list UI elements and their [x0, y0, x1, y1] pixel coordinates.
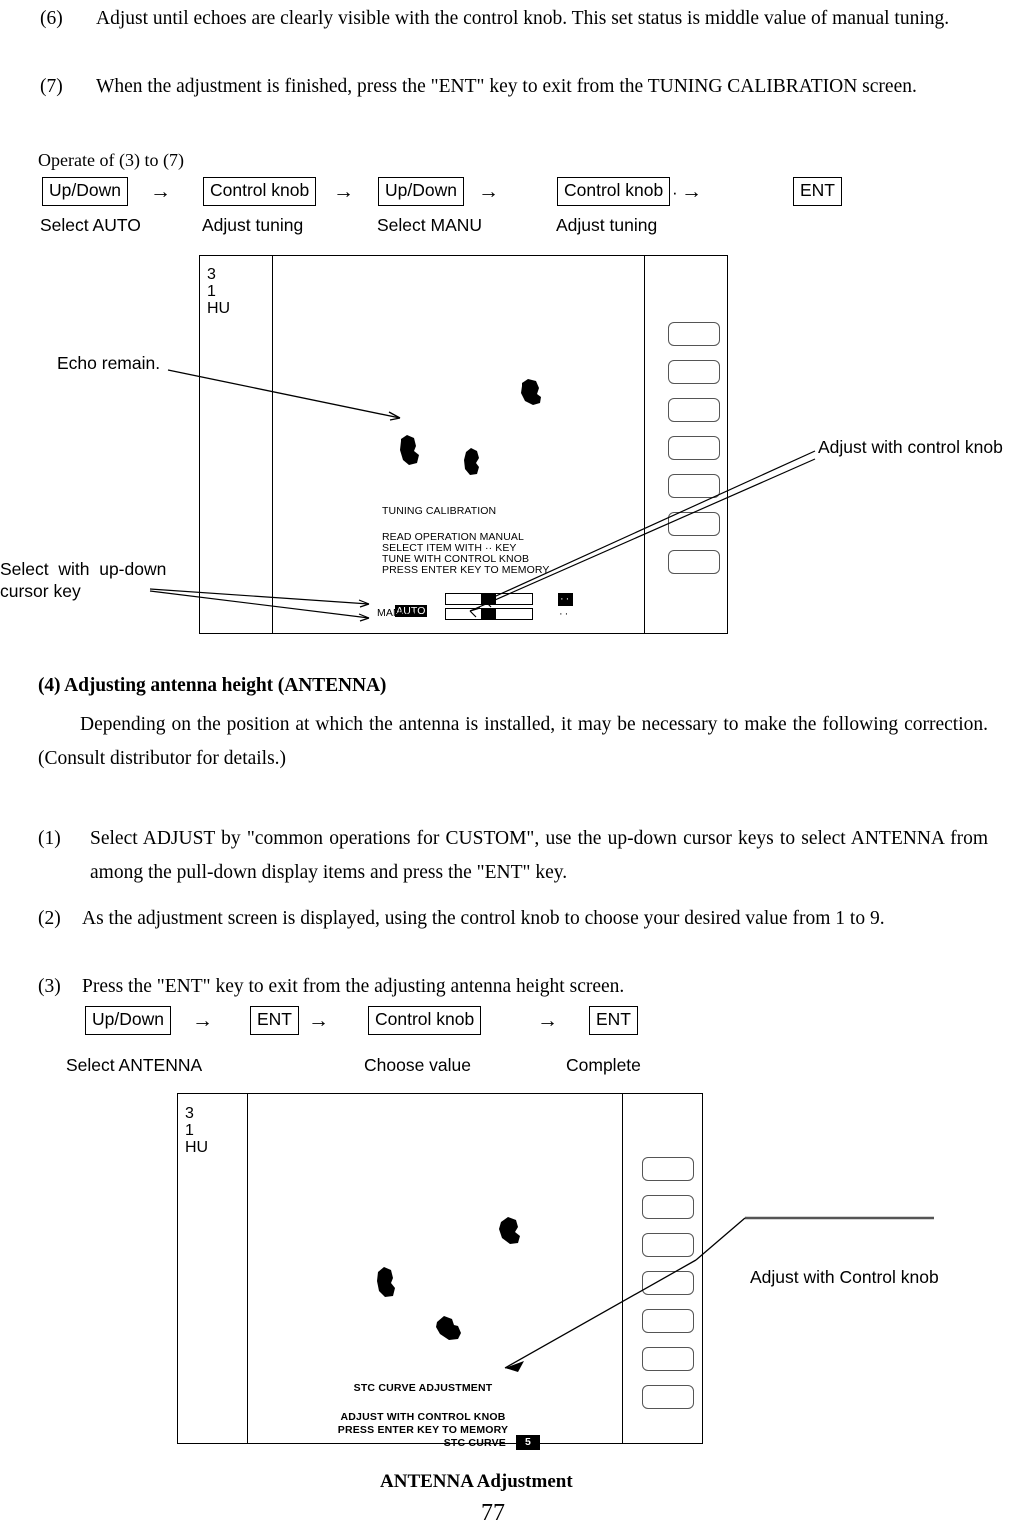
step-2-number: (2)	[38, 908, 61, 929]
step-7-text: When the adjustment is finished, press t…	[96, 76, 917, 97]
flow2-arrow-1: →	[192, 1008, 213, 1032]
flow1-arrow-2: →	[333, 179, 354, 203]
callout-echo-remain: Echo remain.	[57, 353, 161, 373]
flow1-dot-separator: ·	[672, 183, 678, 202]
flow1-arrow-3: →	[478, 179, 499, 203]
flow2-key-ent-2[interactable]: ENT	[589, 1006, 638, 1035]
screen2-stc-curve-label: STC CURVE	[443, 1437, 506, 1449]
flow2-sub-complete: Complete	[566, 1055, 641, 1075]
flow1-sub-select-manu: Select MANU	[377, 215, 483, 235]
callout-adjust-control-knob-1: Adjust with control knob	[818, 437, 1003, 457]
callout-cursor-key: Select with up-down cursor key	[0, 559, 167, 601]
footer-page-number: 77	[481, 1500, 505, 1526]
callout-cursor-key-leaders	[149, 588, 370, 622]
section-intro: Depending on the position at which the a…	[38, 714, 988, 769]
flow1-sub-adjust-tuning-1: Adjust tuning	[202, 215, 304, 235]
operation-flow-1-caption: Operate of (3) to (7)	[38, 150, 184, 170]
step-3-text: Press the "ENT" key to exit from the adj…	[82, 976, 625, 997]
step-2: (2) As the adjustment screen is displaye…	[38, 902, 988, 936]
screen2-stc-curve-value[interactable]: 5	[516, 1435, 540, 1450]
callout-adjust-control-knob-1-leaders	[469, 450, 816, 618]
step-6-number: (6)	[40, 8, 63, 29]
flow1-arrow-1: →	[150, 179, 171, 203]
flow2-key-controlknob[interactable]: Control knob	[368, 1006, 482, 1035]
step-1-text: Select ADJUST by "common operations for …	[90, 828, 988, 883]
section-heading: (4) Adjusting antenna height (ANTENNA)	[38, 675, 387, 696]
flow2-arrow-3: →	[537, 1008, 558, 1032]
flow2-arrow-2: →	[308, 1008, 329, 1032]
flow1-key-controlknob-2[interactable]: Control knob	[557, 177, 671, 206]
flow2-key-updown[interactable]: Up/Down	[85, 1006, 171, 1035]
step-1: (1) Select ADJUST by "common operations …	[38, 822, 988, 890]
flow2-sub-choose-value: Choose value	[364, 1055, 472, 1075]
flow1-key-ent[interactable]: ENT	[793, 177, 842, 206]
flow1-key-updown-1[interactable]: Up/Down	[42, 177, 128, 206]
flow1-arrow-4: →	[681, 179, 702, 203]
step-6-text: Adjust until echoes are clearly visible …	[96, 8, 950, 29]
step-3: (3) Press the "ENT" key to exit from the…	[38, 970, 988, 1004]
callout-adjust-control-knob-2-leader	[504, 1216, 934, 1372]
flow2-sub-select-antenna: Select ANTENNA	[66, 1055, 203, 1075]
flow1-sub-adjust-tuning-2: Adjust tuning	[556, 215, 658, 235]
step-6: (6) Adjust until echoes are clearly visi…	[40, 2, 985, 36]
footer-title: ANTENNA Adjustment	[380, 1471, 573, 1492]
step-7: (7) When the adjustment is finished, pre…	[40, 70, 985, 104]
step-2-text: As the adjustment screen is displayed, u…	[82, 908, 885, 929]
flow1-key-controlknob-1[interactable]: Control knob	[203, 177, 317, 206]
flow1-key-updown-2[interactable]: Up/Down	[378, 177, 464, 206]
step-3-number: (3)	[38, 976, 61, 997]
manual-page: (6) Adjust until echoes are clearly visi…	[0, 0, 1015, 1540]
step-1-number: (1)	[38, 828, 61, 849]
step-7-number: (7)	[40, 76, 63, 97]
flow2-key-ent-1[interactable]: ENT	[250, 1006, 299, 1035]
flow1-sub-select-auto: Select AUTO	[40, 215, 141, 235]
callout-echo-remain-leader	[167, 369, 401, 421]
